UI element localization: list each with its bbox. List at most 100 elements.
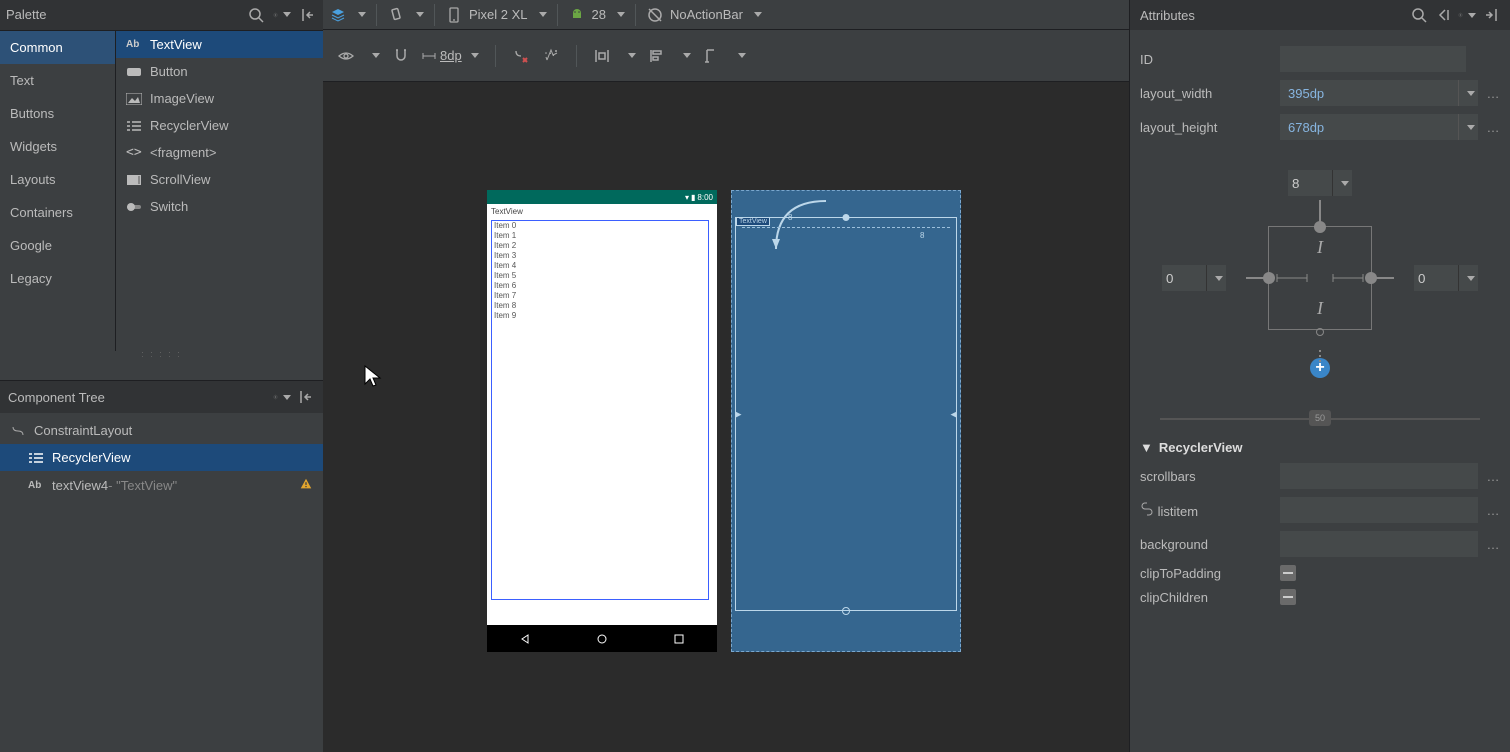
attr-scrollbars-label: scrollbars [1140,469,1280,484]
expand-icon[interactable] [1482,6,1500,24]
more-icon[interactable]: … [1486,86,1500,101]
attr-scrollbars-input[interactable] [1280,463,1478,489]
device-selector[interactable]: Pixel 2 XL [439,0,553,30]
phone-status-bar: ▾▮8:00 [487,190,717,204]
palette-resize-grip[interactable]: : : : : : [0,351,323,363]
attr-id-input[interactable] [1280,46,1466,72]
design-toolbar: 8dp [323,30,1129,82]
palette-cat-common[interactable]: Common [0,31,115,64]
attr-cliptopadding-check[interactable] [1280,565,1296,581]
guideline-icon[interactable] [703,47,721,65]
tree-node-recyclerview[interactable]: RecyclerView [0,444,323,471]
cw-dots-bottom [1319,350,1321,352]
section-recyclerview[interactable]: ▼RecyclerView [1140,440,1500,455]
align-icon[interactable] [648,47,666,65]
cw-right-input[interactable] [1414,265,1458,291]
api-selector[interactable]: 28 [562,0,631,30]
cw-line-right [1372,274,1394,282]
attr-clipchildren-check[interactable] [1280,589,1296,605]
tree-node-root[interactable]: ConstraintLayout [0,417,323,444]
list-item: Item 0 [492,221,708,231]
blueprint-preview[interactable]: TextView 8 8 ▸ ◂ [731,190,961,652]
device-icon [445,6,463,24]
cw-left-input[interactable] [1162,265,1206,291]
default-margin[interactable]: 8dp [422,48,479,63]
palette-cat-containers[interactable]: Containers [0,196,115,229]
palette-cat-legacy[interactable]: Legacy [0,262,115,295]
theme-icon [646,6,664,24]
infer-constraints-icon[interactable] [542,47,560,65]
list-item: Item 8 [492,301,708,311]
palette-categories: Common Text Buttons Widgets Layouts Cont… [0,31,116,351]
component-tree-panel: Component Tree ConstraintLayout Recycler… [0,380,323,752]
attr-clipchildren-label: clipChildren [1140,590,1280,605]
palette-cat-buttons[interactable]: Buttons [0,97,115,130]
back-icon [520,634,530,644]
theme-selector[interactable]: NoActionBar [640,0,768,30]
android-icon [568,6,586,24]
search-icon[interactable] [1410,6,1428,24]
palette-items: AbTextView Button ImageView RecyclerView… [116,31,323,351]
wifi-icon: ▾ [685,193,689,202]
attr-lw-label: layout_width [1140,86,1280,101]
collapse-icon[interactable] [297,388,315,406]
gear-icon[interactable] [273,6,291,24]
attr-background-input[interactable] [1280,531,1478,557]
bp-handle-bottom [842,607,850,615]
attr-lh-label: layout_height [1140,120,1280,135]
palette-item-switch[interactable]: Switch [116,193,323,220]
clear-constraints-icon[interactable] [512,47,530,65]
palette-item-imageview[interactable]: ImageView [116,85,323,112]
cw-right-dd[interactable] [1458,265,1478,291]
attr-lh-select[interactable]: 678dp [1280,114,1478,140]
cw-anchor-top[interactable] [1314,221,1326,233]
cw-spring-left [1275,273,1309,283]
more-icon[interactable]: … [1486,469,1500,484]
attr-listitem-input[interactable] [1280,497,1478,523]
more-icon[interactable]: … [1486,503,1500,518]
design-preview[interactable]: ▾▮8:00 TextView Item 0 Item 1 Item 2 Ite… [487,190,717,652]
constraint-widget[interactable]: I I + [1140,148,1500,408]
home-icon [597,634,607,644]
orientation-icon[interactable] [387,6,405,24]
palette-item-textview[interactable]: AbTextView [116,31,323,58]
gear-icon[interactable] [1458,6,1476,24]
bias-slider[interactable]: 50 [1160,408,1480,430]
palette-item-scrollview[interactable]: ScrollView [116,166,323,193]
list-item: Item 3 [492,251,708,261]
bp-handle-right: ◂ [950,406,957,422]
palette-cat-text[interactable]: Text [0,64,115,97]
bp-selection[interactable]: ▸ ◂ [735,217,957,611]
palette-cat-layouts[interactable]: Layouts [0,163,115,196]
phone-content: Item 0 Item 1 Item 2 Item 3 Item 4 Item … [487,218,717,625]
back-arrow-icon[interactable] [1434,6,1452,24]
battery-icon: ▮ [691,193,695,202]
more-icon[interactable]: … [1486,120,1500,135]
magnet-icon[interactable] [392,47,410,65]
cw-add-bottom[interactable]: + [1310,358,1330,378]
more-icon[interactable]: … [1486,537,1500,552]
palette-item-button[interactable]: Button [116,58,323,85]
attr-cliptopadding-label: clipToPadding [1140,566,1280,581]
phone-textview: TextView [487,204,717,218]
recyclerview-selection[interactable]: Item 0 Item 1 Item 2 Item 3 Item 4 Item … [491,220,709,600]
cw-top-input[interactable] [1288,170,1332,196]
gear-icon[interactable] [273,388,291,406]
list-item: Item 2 [492,241,708,251]
cw-anchor-bottom[interactable] [1316,328,1324,336]
design-canvas[interactable]: ▾▮8:00 TextView Item 0 Item 1 Item 2 Ite… [323,82,1129,752]
search-icon[interactable] [247,6,265,24]
attr-lw-select[interactable]: 395dp [1280,80,1478,106]
layers-icon[interactable] [329,6,347,24]
palette-cat-google[interactable]: Google [0,229,115,262]
pack-icon[interactable] [593,47,611,65]
eye-icon[interactable] [337,47,355,65]
collapse-icon[interactable] [299,6,317,24]
cw-top-dd[interactable] [1332,170,1352,196]
tree-node-textview[interactable]: Ab textView4- "TextView" [0,471,323,500]
palette-item-recyclerview[interactable]: RecyclerView [116,112,323,139]
attributes-panel: Attributes ID layout_width 395dp … layou… [1129,0,1510,752]
palette-cat-widgets[interactable]: Widgets [0,130,115,163]
palette-item-fragment[interactable]: <><fragment> [116,139,323,166]
cw-left-dd[interactable] [1206,265,1226,291]
